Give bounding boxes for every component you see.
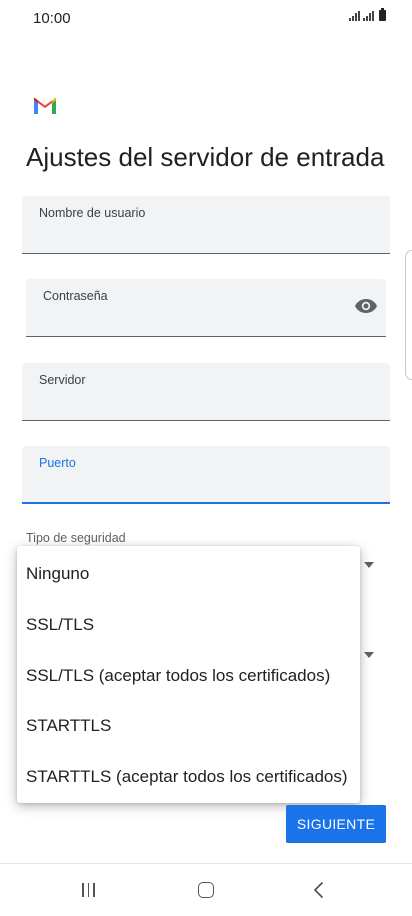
back-icon[interactable] [312, 881, 324, 899]
status-icons [349, 8, 386, 21]
gmail-logo-icon [34, 97, 56, 114]
server-field[interactable]: Servidor [22, 363, 390, 421]
battery-icon [379, 8, 386, 21]
recent-apps-icon[interactable] [82, 883, 95, 897]
menu-item-ssl-tls[interactable]: SSL/TLS [17, 600, 360, 651]
menu-item-starttls-accept-all[interactable]: STARTTLS (aceptar todos los certificados… [17, 752, 360, 803]
security-type-menu: Ninguno SSL/TLS SSL/TLS (aceptar todos l… [17, 546, 360, 803]
signal-icon [349, 11, 360, 21]
server-label: Servidor [39, 373, 86, 387]
home-icon[interactable] [198, 882, 214, 898]
port-label: Puerto [39, 456, 76, 470]
scroll-handle[interactable] [405, 250, 412, 380]
password-field[interactable]: Contraseña [26, 279, 386, 337]
status-bar: 10:00 [0, 0, 412, 36]
eye-icon[interactable] [354, 298, 378, 314]
status-time: 10:00 [33, 10, 71, 27]
port-field[interactable]: Puerto [22, 446, 390, 504]
username-field[interactable]: Nombre de usuario [22, 196, 390, 254]
dropdown-arrow-icon[interactable] [364, 652, 374, 658]
password-label: Contraseña [43, 289, 108, 303]
signal-icon-2 [363, 11, 374, 21]
username-label: Nombre de usuario [39, 206, 146, 220]
page-title: Ajustes del servidor de entrada [26, 142, 385, 172]
menu-item-starttls[interactable]: STARTTLS [17, 701, 360, 752]
dropdown-arrow-icon[interactable] [364, 562, 374, 568]
security-type-label: Tipo de seguridad [26, 531, 126, 545]
next-button[interactable]: SIGUIENTE [286, 805, 386, 843]
menu-item-ssl-tls-accept-all[interactable]: SSL/TLS (aceptar todos los certificados) [17, 651, 360, 702]
navigation-bar [0, 863, 412, 916]
menu-item-none[interactable]: Ninguno [17, 549, 360, 600]
